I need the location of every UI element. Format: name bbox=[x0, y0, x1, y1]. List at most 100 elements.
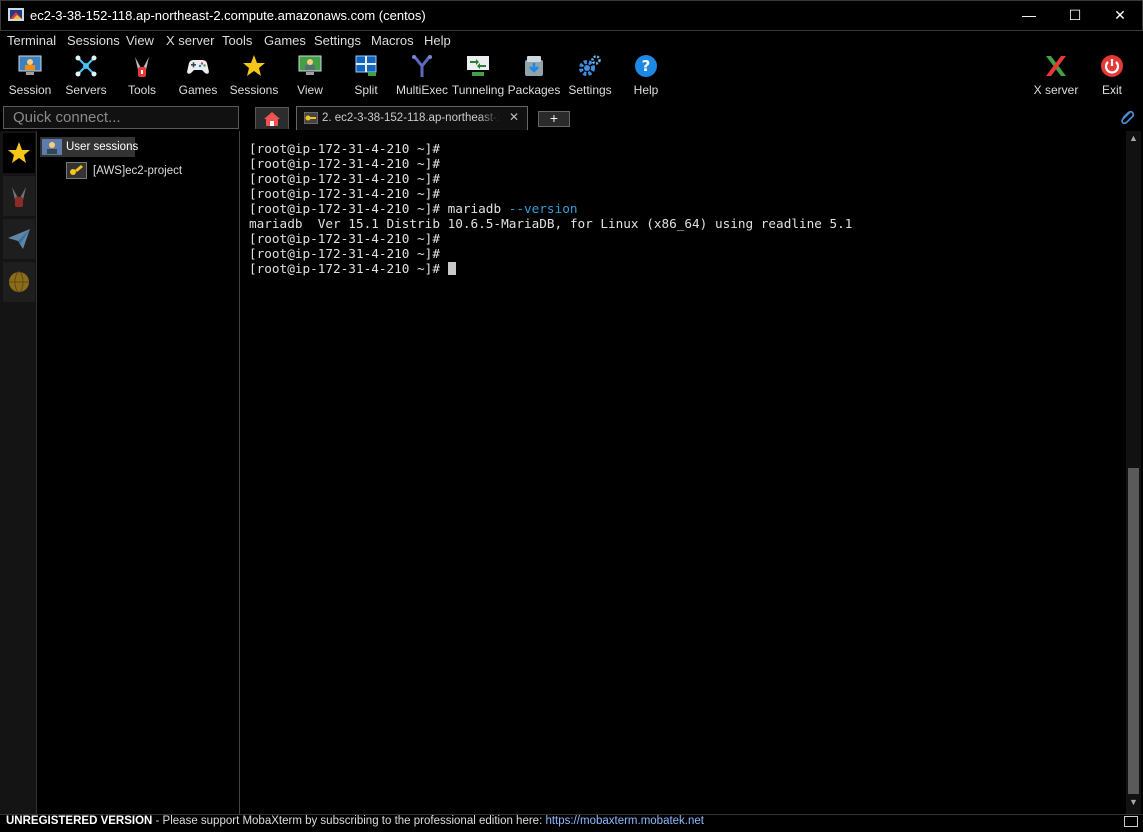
gear-icon bbox=[579, 55, 601, 76]
close-window-button[interactable]: ✕ bbox=[1097, 0, 1143, 30]
star-icon bbox=[8, 142, 30, 163]
terminal-line: [root@ip-172-31-4-210 ~]# bbox=[249, 156, 440, 171]
ssh-key-icon[interactable] bbox=[66, 162, 87, 179]
settings-label: Settings bbox=[568, 83, 612, 97]
scrollbar-thumb[interactable] bbox=[1128, 468, 1139, 794]
terminal-line: [root@ip-172-31-4-210 ~]# bbox=[249, 246, 440, 261]
tools-sidebar-button[interactable] bbox=[3, 176, 35, 216]
help-label: Help bbox=[633, 83, 659, 97]
session-label: Session bbox=[8, 83, 52, 97]
packages-button[interactable]: Packages bbox=[506, 51, 562, 103]
xserver-button[interactable]: X server bbox=[1028, 51, 1084, 103]
games-button[interactable]: Games bbox=[170, 51, 226, 103]
home-icon bbox=[264, 112, 280, 126]
new-tab-button[interactable]: + bbox=[538, 111, 570, 127]
servers-label: Servers bbox=[65, 83, 107, 97]
toolbar: Session Servers Tools Games Sessions Vie… bbox=[0, 51, 1143, 103]
menu-games[interactable]: Games bbox=[264, 33, 306, 48]
menu-sessions[interactable]: Sessions bbox=[67, 33, 120, 48]
packages-label: Packages bbox=[507, 83, 561, 97]
star-icon bbox=[243, 55, 265, 76]
swiss-knife-icon bbox=[12, 187, 26, 207]
split-button[interactable]: Split bbox=[338, 51, 394, 103]
exit-button[interactable]: Exit bbox=[1084, 51, 1140, 103]
tunneling-button[interactable]: Tunneling bbox=[450, 51, 506, 103]
terminal-line: [root@ip-172-31-4-210 ~]# bbox=[249, 141, 440, 156]
settings-button[interactable]: Settings bbox=[562, 51, 618, 103]
terminal-cursor bbox=[447, 262, 456, 275]
tools-label: Tools bbox=[127, 83, 156, 97]
maximize-button[interactable]: ☐ bbox=[1052, 0, 1098, 30]
sessions-button[interactable]: Sessions bbox=[226, 51, 282, 103]
svg-text:?: ? bbox=[642, 57, 651, 75]
games-label: Games bbox=[178, 83, 218, 97]
multiexec-fork-icon bbox=[412, 55, 432, 77]
terminal-line: [root@ip-172-31-4-210 ~]# bbox=[249, 171, 440, 186]
packages-icon bbox=[525, 56, 543, 76]
menu-xserver[interactable]: X server bbox=[166, 33, 214, 48]
view-label: View bbox=[297, 83, 323, 97]
swiss-knife-icon bbox=[135, 57, 149, 77]
sftp-sidebar-button[interactable] bbox=[3, 262, 35, 302]
user-folder-icon bbox=[42, 139, 62, 155]
paper-plane-icon bbox=[8, 229, 30, 249]
terminal-current-line: [root@ip-172-31-4-210 ~]# bbox=[249, 261, 456, 276]
command-flag: --version bbox=[508, 201, 578, 216]
tunneling-label: Tunneling bbox=[451, 83, 505, 97]
minimize-icon: — bbox=[1022, 7, 1036, 23]
mobaxterm-logo-icon bbox=[8, 8, 24, 21]
menu-settings[interactable]: Settings bbox=[314, 33, 361, 48]
tools-button[interactable]: Tools bbox=[114, 51, 170, 103]
sidebar-strip bbox=[0, 131, 37, 814]
view-button[interactable]: View bbox=[282, 51, 338, 103]
attach-paperclip-icon[interactable] bbox=[1119, 109, 1135, 125]
session-item-aws-ec2-project[interactable]: [AWS]ec2-project bbox=[93, 165, 182, 177]
multiexec-button[interactable]: MultiExec bbox=[394, 51, 450, 103]
sessions-panel bbox=[37, 131, 240, 814]
home-tab[interactable] bbox=[255, 107, 289, 129]
session-button[interactable]: Session bbox=[2, 51, 58, 103]
macros-sidebar-button[interactable] bbox=[3, 219, 35, 259]
menu-bar: Terminal Sessions View X server Tools Ga… bbox=[0, 31, 1143, 51]
ssh-key-icon bbox=[304, 112, 318, 124]
help-icon: ? bbox=[635, 55, 657, 77]
quick-connect-input[interactable]: Quick connect... bbox=[3, 106, 239, 129]
gamepad-icon bbox=[187, 60, 209, 74]
tunneling-icon bbox=[467, 56, 489, 76]
monitor-status-icon bbox=[1124, 816, 1138, 827]
menu-view[interactable]: View bbox=[126, 33, 154, 48]
globe-icon bbox=[9, 271, 29, 293]
sessions-sidebar-button[interactable] bbox=[3, 133, 35, 173]
servers-icon bbox=[75, 55, 97, 77]
minimize-button[interactable]: — bbox=[1006, 0, 1052, 30]
terminal-output-line: mariadb Ver 15.1 Distrib 10.6.5-MariaDB,… bbox=[249, 216, 853, 231]
close-icon: ✕ bbox=[1114, 6, 1126, 23]
split-icon bbox=[355, 55, 377, 76]
close-tab-icon[interactable]: ✕ bbox=[509, 110, 519, 124]
session-tab-label: 2. ec2-3-38-152-118.ap-northeast-2 bbox=[322, 112, 500, 124]
support-text: - Please support MobaXterm by subscribin… bbox=[152, 815, 546, 827]
xserver-icon bbox=[1046, 56, 1066, 76]
command-text: mariadb bbox=[447, 201, 502, 216]
power-icon bbox=[1101, 55, 1123, 77]
user-sessions-label: User sessions bbox=[66, 141, 139, 153]
view-monitor-icon bbox=[298, 55, 322, 75]
mobaxterm-link[interactable]: https://mobaxterm.mobatek.net bbox=[545, 815, 704, 827]
scroll-down-icon[interactable]: ▼ bbox=[1126, 797, 1141, 811]
key-icon bbox=[70, 165, 83, 175]
menu-help[interactable]: Help bbox=[424, 33, 451, 48]
help-button[interactable]: ? Help bbox=[618, 51, 674, 103]
maximize-icon: ☐ bbox=[1068, 6, 1082, 23]
window-title: ec2-3-38-152-118.ap-northeast-2.compute.… bbox=[30, 8, 426, 23]
menu-terminal[interactable]: Terminal bbox=[7, 33, 56, 48]
scroll-up-icon[interactable]: ▲ bbox=[1126, 133, 1141, 147]
monitor-user-icon bbox=[18, 55, 42, 75]
xserver-label: X server bbox=[1033, 83, 1079, 97]
servers-button[interactable]: Servers bbox=[58, 51, 114, 103]
menu-tools[interactable]: Tools bbox=[222, 33, 252, 48]
exit-label: Exit bbox=[1101, 83, 1122, 97]
menu-macros[interactable]: Macros bbox=[371, 33, 414, 48]
edition-label: UNREGISTERED VERSION bbox=[6, 815, 153, 827]
split-label: Split bbox=[354, 83, 378, 97]
terminal-line: [root@ip-172-31-4-210 ~]# bbox=[249, 186, 440, 201]
